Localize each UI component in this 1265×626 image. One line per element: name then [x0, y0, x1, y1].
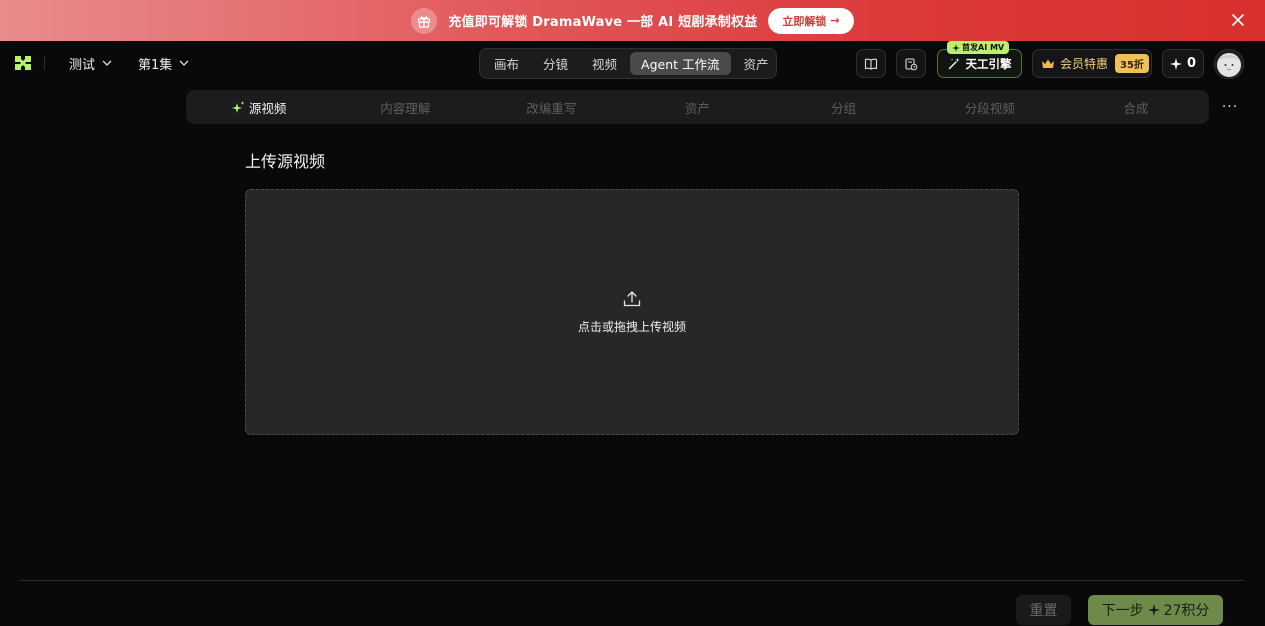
- episode-name: 第1集: [138, 57, 173, 73]
- tab-canvas[interactable]: 画布: [483, 52, 530, 75]
- avatar[interactable]: [1214, 49, 1244, 79]
- upload-hint: 点击或拖拽上传视频: [577, 320, 686, 334]
- step-source-video[interactable]: 源视频: [186, 90, 332, 124]
- sparkle-icon: [952, 43, 960, 52]
- page-title: 上传源视频: [245, 152, 326, 171]
- step-grouping[interactable]: 分组: [771, 90, 917, 124]
- tab-assets[interactable]: 资产: [733, 52, 780, 75]
- unlock-now-label: 立即解锁: [782, 14, 827, 28]
- next-step-cost: 27积分: [1163, 603, 1210, 619]
- workflow-steps: 源视频 内容理解 改编重写 资产 分组 分段视频 合成: [186, 90, 1209, 124]
- project-name: 测试: [69, 57, 96, 73]
- reset-button[interactable]: 重置: [1016, 595, 1071, 625]
- step-content-understanding[interactable]: 内容理解: [332, 90, 478, 124]
- promo-banner: 充值即可解锁 DramaWave 一部 AI 短剧承制权益 立即解锁 →: [0, 0, 1265, 41]
- magic-wand-icon: [948, 58, 959, 70]
- book-button[interactable]: [856, 49, 886, 78]
- credits-count: 0: [1186, 56, 1197, 71]
- app-header: 测试 第1集 画布 分镜 视频 Agent 工作流 资产 天工引擎 首发AI M…: [0, 41, 1265, 85]
- unlock-now-button[interactable]: 立即解锁 →: [768, 7, 854, 34]
- step-adapt-rewrite[interactable]: 改编重写: [478, 90, 624, 124]
- app-logo-icon[interactable]: [14, 54, 32, 72]
- vip-offer-button[interactable]: 会员特惠 35折: [1032, 49, 1152, 78]
- first-release-badge: 首发AI MV: [947, 41, 1010, 54]
- clipboard-clock-icon: [905, 57, 918, 70]
- video-upload-dropzone[interactable]: 点击或拖拽上传视频: [245, 189, 1019, 435]
- chevron-down-icon: [179, 60, 189, 66]
- sparkle-icon: [1147, 604, 1160, 616]
- step-label: 源视频: [248, 100, 287, 116]
- more-options-icon[interactable]: ···: [1220, 97, 1240, 117]
- crown-icon: [1042, 59, 1054, 68]
- project-selector[interactable]: 测试: [69, 53, 113, 73]
- book-icon: [864, 58, 878, 70]
- next-step-button[interactable]: 下一步 27积分: [1088, 595, 1223, 625]
- sparkles-icon: [231, 100, 245, 113]
- discount-badge: 35折: [1115, 54, 1149, 73]
- episode-selector[interactable]: 第1集: [138, 53, 190, 73]
- upload-icon: [623, 291, 641, 307]
- step-compose[interactable]: 合成: [1063, 90, 1209, 124]
- step-segment-video[interactable]: 分段视频: [917, 90, 1063, 124]
- tab-agent-workflow[interactable]: Agent 工作流: [630, 52, 731, 75]
- credits-button[interactable]: 0: [1162, 49, 1204, 78]
- header-divider: [44, 56, 45, 70]
- tab-video[interactable]: 视频: [581, 52, 628, 75]
- close-icon[interactable]: [1229, 11, 1247, 29]
- vip-label: 会员特惠: [1060, 57, 1109, 71]
- engine-label: 天工引擎: [965, 56, 1012, 71]
- tab-storyboard[interactable]: 分镜: [532, 52, 579, 75]
- promo-text: 充值即可解锁 DramaWave 一部 AI 短剧承制权益: [448, 15, 758, 30]
- arrow-right-icon: →: [830, 14, 840, 27]
- user-avatar-icon: [1214, 49, 1244, 79]
- footer-divider: [19, 580, 1244, 581]
- chevron-down-icon: [102, 60, 112, 66]
- step-assets[interactable]: 资产: [624, 90, 770, 124]
- gift-icon: [411, 7, 438, 34]
- first-release-label: 首发AI MV: [962, 43, 1005, 52]
- next-step-label: 下一步: [1101, 603, 1144, 619]
- sparkle-icon: [1169, 57, 1182, 70]
- task-list-button[interactable]: [896, 49, 926, 78]
- view-tabs: 画布 分镜 视频 Agent 工作流 资产: [479, 48, 777, 79]
